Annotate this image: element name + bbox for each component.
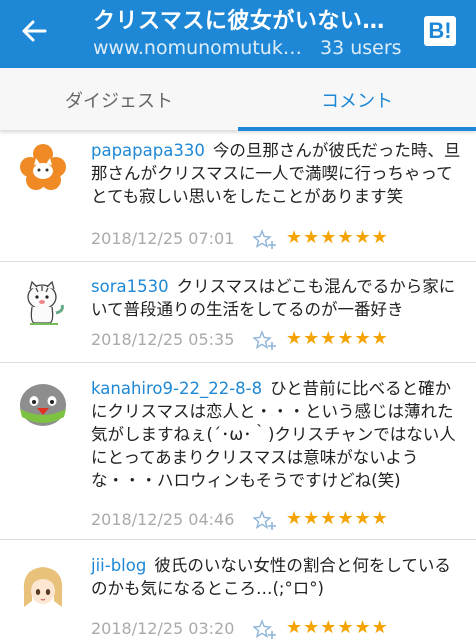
- star-rating[interactable]: ★★★★★★: [286, 617, 389, 638]
- star-rating[interactable]: ★★★★★★: [286, 227, 389, 248]
- entry-url: www.nomunomutuk…: [93, 37, 302, 59]
- white-tiger-avatar-icon[interactable]: [18, 277, 68, 327]
- comment-item[interactable]: jii-blog 彼氏のいない女性の割合と何をしているのかも気になるところ…(;°…: [0, 541, 476, 640]
- comment-item[interactable]: sora1530 クリスマスはどこも混んでるから家にいて普段通りの生活をしてるのが…: [0, 263, 476, 363]
- page-title: クリスマスに彼女がいない…: [93, 9, 385, 34]
- comment-username[interactable]: sora1530: [91, 277, 169, 296]
- comment-list[interactable]: papapapa330 今の旦那さんが彼氏だった時、旦那さんがクリスマスに一人で満…: [0, 132, 476, 640]
- tab-comments[interactable]: コメント: [238, 68, 476, 131]
- tab-digest[interactable]: ダイジェスト: [0, 68, 238, 131]
- add-star-icon[interactable]: [253, 229, 277, 251]
- app-bar: クリスマスに彼女がいない… www.nomunomutuk… 33 users …: [0, 0, 476, 68]
- comment-timestamp: 2018/12/25 04:46: [91, 510, 235, 529]
- comment-username[interactable]: papapapa330: [91, 141, 205, 160]
- comment-body: jii-blog 彼氏のいない女性の割合と何をしているのかも気になるところ…(;°…: [91, 554, 461, 600]
- add-star-icon[interactable]: [253, 510, 277, 532]
- add-star-icon[interactable]: [253, 330, 277, 352]
- back-arrow-icon: [22, 20, 47, 42]
- active-tab-indicator: [238, 127, 476, 131]
- comment-body: sora1530 クリスマスはどこも混んでるから家にいて普段通りの生活をしてるのが…: [91, 275, 461, 321]
- orange-cat-avatar-icon[interactable]: [18, 142, 68, 192]
- star-rating[interactable]: ★★★★★★: [286, 328, 389, 349]
- comment-meta: 2018/12/25 03:20 ★★★★★★: [91, 617, 461, 640]
- hatena-bookmark-button[interactable]: B!: [424, 16, 456, 46]
- bookmark-user-count[interactable]: 33 users: [320, 37, 402, 59]
- comment-item[interactable]: papapapa330 今の旦那さんが彼氏だった時、旦那さんがクリスマスに一人で満…: [0, 132, 476, 262]
- back-button[interactable]: [14, 14, 54, 48]
- comment-timestamp: 2018/12/25 05:35: [91, 330, 235, 349]
- comment-body: kanahiro9-22_22-8-8 ひと昔前に比べると確かにクリスマスは恋人と…: [91, 377, 461, 492]
- comment-username[interactable]: kanahiro9-22_22-8-8: [91, 379, 262, 398]
- tab-bar: ダイジェスト コメント: [0, 68, 476, 131]
- comment-timestamp: 2018/12/25 07:01: [91, 229, 235, 248]
- star-rating[interactable]: ★★★★★★: [286, 508, 389, 529]
- comment-meta: 2018/12/25 05:35 ★★★★★★: [91, 328, 461, 354]
- comment-username[interactable]: jii-blog: [91, 556, 146, 575]
- comment-body: papapapa330 今の旦那さんが彼氏だった時、旦那さんがクリスマスに一人で満…: [91, 139, 461, 208]
- add-star-icon[interactable]: [253, 619, 277, 640]
- comment-meta: 2018/12/25 07:01 ★★★★★★: [91, 227, 461, 253]
- comment-meta: 2018/12/25 04:46 ★★★★★★: [91, 508, 461, 534]
- comment-item[interactable]: kanahiro9-22_22-8-8 ひと昔前に比べると確かにクリスマスは恋人と…: [0, 364, 476, 540]
- anime-girl-avatar-icon[interactable]: [18, 561, 68, 611]
- comment-timestamp: 2018/12/25 03:20: [91, 619, 235, 638]
- gray-blob-avatar-icon[interactable]: [18, 379, 68, 429]
